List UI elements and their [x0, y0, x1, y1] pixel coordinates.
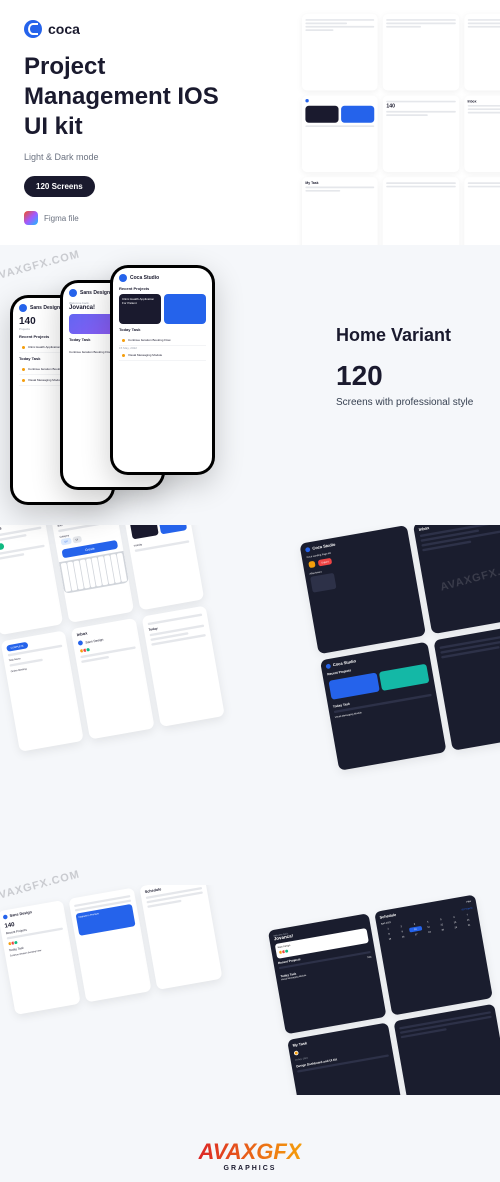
- grid-screen: Coca Studio Recent Projects Visibility: [121, 525, 205, 610]
- screens-description: Screens with professional style: [336, 396, 476, 410]
- phone-mockups: Sans Design 140 Projects Recent Projects…: [10, 265, 250, 525]
- filter-label: Filter: [466, 900, 472, 905]
- mini-screen: [464, 177, 500, 254]
- today-title: Today Task: [119, 327, 206, 332]
- screens-count: 120: [336, 360, 476, 392]
- phone-mockup: Coca Studio Recent Projects Clinic Healt…: [110, 265, 215, 475]
- card-title: Clinic Health Application For Patient: [122, 297, 158, 305]
- footer-tag: GRAPHICS: [198, 1165, 301, 1172]
- mixed-grid-section: Projects DONE Create New Task Brief Cate…: [0, 525, 500, 885]
- section-heading: Home Variant: [336, 325, 476, 346]
- tag-ux: UX: [61, 538, 72, 546]
- light-screens-grid-2: Sans Design 140 Recent Projects Today Ta…: [0, 885, 223, 1015]
- figma-icon: [24, 211, 38, 225]
- mini-screen: [383, 177, 459, 254]
- logo-mark-icon: [24, 20, 42, 38]
- mini-screen: [302, 96, 378, 173]
- mini-screen: 140: [383, 96, 459, 173]
- hero-title: Project Management IOS UI kit: [24, 52, 224, 142]
- light-screens-grid: Projects DONE Create New Task Brief Cate…: [0, 525, 225, 752]
- phone-title: Sans Design: [30, 305, 60, 311]
- status-pill: DONE: [0, 543, 4, 552]
- mini-screen: [302, 14, 378, 91]
- task-item: Visual Messaging Module: [28, 378, 62, 382]
- footer-brand: AVAXGFX: [198, 1139, 301, 1165]
- mini-screen: [383, 14, 459, 91]
- hero-screens-preview: 140 Inbox My Task: [302, 14, 500, 254]
- home-variant-section: Sans Design 140 Projects Recent Projects…: [0, 245, 500, 525]
- grid-screen: Today: [141, 605, 225, 727]
- inbox-title: Inbox: [467, 99, 500, 103]
- grid-screen: Schedule: [139, 885, 222, 990]
- mini-screen: Inbox: [464, 96, 500, 173]
- grid-screen-dark: [393, 1004, 500, 1095]
- grid-screen-dark: Coca Studio Coca Landing Page Kit Urgent…: [299, 525, 426, 654]
- grid-screen: Sans Design 140 Recent Projects Today Ta…: [0, 900, 81, 1015]
- grid-screen: Upgrade to Premium: [68, 888, 151, 1003]
- mini-screen: My Task: [302, 177, 378, 254]
- grid-screen: Projects DONE: [0, 525, 64, 635]
- task-item: Visual Messaging Module: [128, 353, 162, 357]
- mini-screen: [464, 14, 500, 91]
- grid-screen: COMPLETE Task Name Online Meeting: [1, 630, 85, 752]
- hero-section: coca Project Management IOS UI kit Light…: [0, 0, 500, 245]
- grid-screen-dark: Coca Studio Recent Projects Today Task V…: [320, 642, 447, 771]
- mytask-title: My Task: [305, 181, 374, 185]
- grid-screen-dark: [433, 622, 500, 751]
- grid-screen: Inbox Sans Design: [71, 618, 155, 740]
- figma-label: Figma file: [44, 214, 79, 223]
- count-label: 140: [386, 104, 455, 109]
- keyboard-icon: [59, 551, 129, 594]
- chat-name: Sans Design: [85, 637, 104, 644]
- grid-screen-dark: ScheduleFilter April 202242 Projects 123…: [374, 894, 493, 1015]
- brand-name: coca: [48, 21, 80, 37]
- footer-logo: AVAXGFX GRAPHICS: [198, 1139, 301, 1172]
- screens-badge: 120 Screens: [24, 176, 95, 197]
- phone-title: Coca Studio: [130, 275, 159, 281]
- dark-screens-grid: Coca Studio Coca Landing Page Kit Urgent…: [299, 525, 500, 771]
- grid-screen-dark: Inbox: [413, 525, 500, 634]
- bottom-grid-section: Sans Design 140 Recent Projects Today Ta…: [0, 885, 500, 1095]
- recent-title: Recent Projects: [119, 286, 206, 291]
- grid-screen-dark: Welcome back, Jovanca! Sans Design Recen…: [268, 913, 387, 1034]
- urgent-tag: Urgent: [318, 558, 333, 567]
- project-count: 42 Projects: [461, 906, 473, 911]
- grid-screen: Create New Task Brief Category UXUI Crea…: [50, 525, 134, 623]
- grid-screen-dark: My Task 19 Apr, 2018 Design Dashboard an…: [287, 1022, 406, 1095]
- dark-screens-grid-2: Welcome back, Jovanca! Sans Design Recen…: [268, 894, 500, 1095]
- phone-title: Sans Design: [80, 290, 110, 296]
- month-label: April 2022: [381, 921, 392, 926]
- task-item: Continue Iteration Booking Flow: [128, 338, 171, 342]
